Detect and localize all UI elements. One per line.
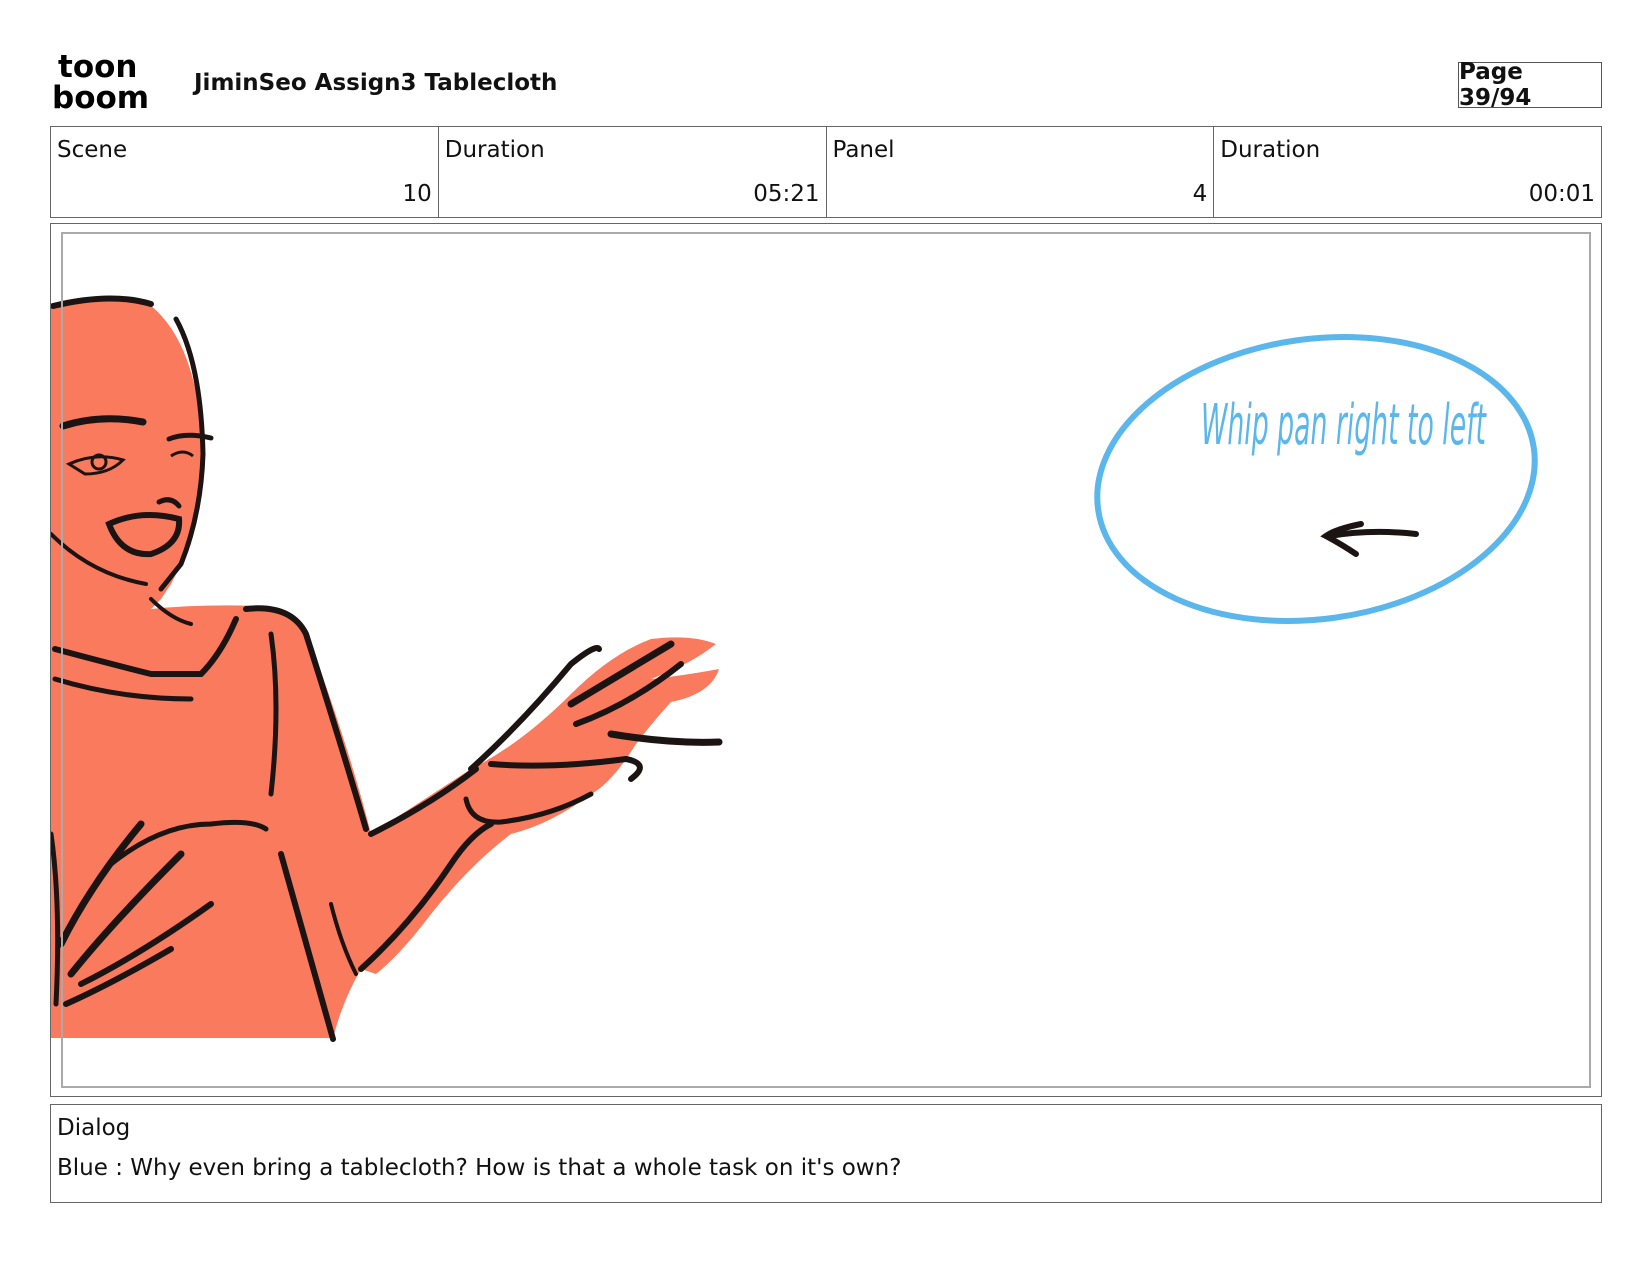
panel-value: 4 [1192,181,1208,207]
storyboard-panel-frame: Whip pan right to left [50,223,1602,1097]
scene-duration-value: 05:21 [753,181,820,207]
scene-duration-label: Duration [444,137,545,163]
toon-boom-logo: toon boom [52,50,149,112]
dialog-text: Blue : Why even bring a tablecloth? How … [57,1155,902,1181]
scene-info-table: Scene 10 Duration 05:21 Panel 4 Duration… [50,126,1602,218]
scene-value: 10 [402,181,432,207]
scene-label: Scene [57,137,128,163]
panel-duration-label: Duration [1220,137,1321,163]
dialog-box: Dialog Blue : Why even bring a tableclot… [50,1104,1602,1203]
panel-cell: Panel 4 [827,127,1215,217]
dialog-label: Dialog [57,1115,131,1141]
panel-label: Panel [832,137,895,163]
panel-duration-value: 00:01 [1528,181,1595,207]
scene-cell: Scene 10 [51,127,439,217]
panel-duration-cell: Duration 00:01 [1214,127,1601,217]
logo-text-bottom: boom [52,80,149,112]
scene-duration-cell: Duration 05:21 [439,127,827,217]
page-number: Page 39/94 [1458,59,1602,111]
document-title: JiminSeo Assign3 Tablecloth [194,70,558,96]
panel-safe-frame [61,232,1591,1088]
